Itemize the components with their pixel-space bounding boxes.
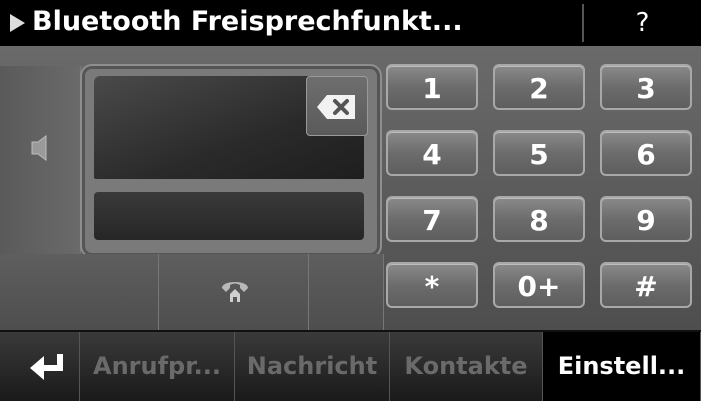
key-8[interactable]: 8 — [493, 196, 585, 242]
play-triangle-icon — [10, 14, 25, 32]
tab-einstellungen[interactable]: Einstell... — [543, 332, 701, 401]
number-display-info — [94, 192, 364, 240]
action-cell-empty — [0, 254, 159, 330]
back-button[interactable] — [0, 332, 80, 401]
key-5[interactable]: 5 — [493, 130, 585, 176]
backspace-button[interactable] — [306, 76, 368, 136]
key-star[interactable]: * — [386, 262, 478, 308]
bottom-nav: Anrufpr... Nachricht Kontakte Einstell..… — [0, 330, 701, 401]
return-arrow-icon — [30, 354, 63, 380]
key-1[interactable]: 1 — [386, 64, 478, 110]
key-hash[interactable]: # — [600, 262, 692, 308]
key-2[interactable]: 2 — [493, 64, 585, 110]
tab-nachricht[interactable]: Nachricht — [235, 332, 390, 401]
key-3[interactable]: 3 — [600, 64, 692, 110]
key-6[interactable]: 6 — [600, 130, 692, 176]
tab-kontakte[interactable]: Kontakte — [390, 332, 543, 401]
key-7[interactable]: 7 — [386, 196, 478, 242]
key-9[interactable]: 9 — [600, 196, 692, 242]
help-button[interactable]: ? — [584, 0, 701, 46]
phone-home-icon[interactable] — [218, 276, 252, 304]
dialer-panel: 1 2 3 4 5 6 7 8 9 * 0+ # — [0, 46, 701, 330]
key-zero-plus[interactable]: 0+ — [493, 262, 585, 308]
backspace-icon — [317, 95, 355, 119]
action-strip — [0, 254, 384, 330]
page-title: Bluetooth Freisprechfunkt... — [32, 6, 463, 37]
speaker-icon[interactable] — [28, 132, 52, 164]
tab-anrufprotokoll[interactable]: Anrufpr... — [80, 332, 235, 401]
key-4[interactable]: 4 — [386, 130, 478, 176]
title-bar: Bluetooth Freisprechfunkt... ? — [0, 0, 701, 46]
action-cell-empty — [308, 254, 384, 330]
